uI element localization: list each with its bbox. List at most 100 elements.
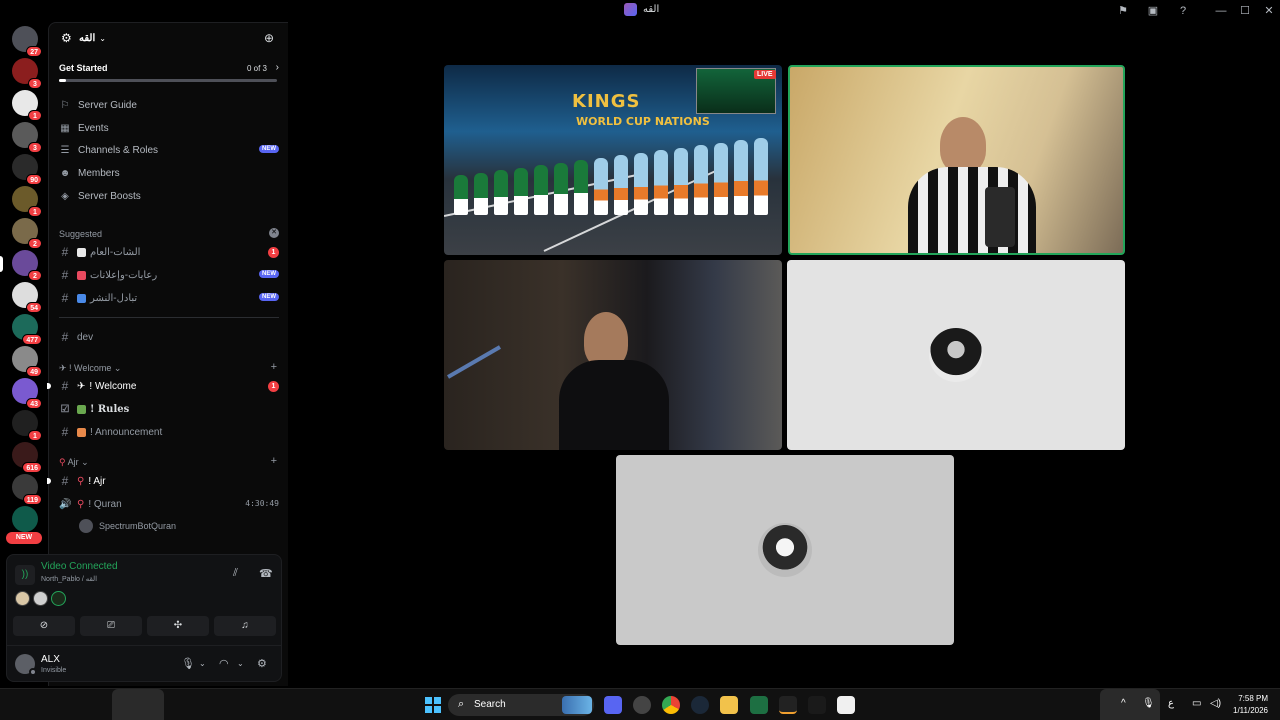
server-icon[interactable]: 3 — [12, 58, 42, 89]
server-icon[interactable]: 27 — [12, 26, 42, 57]
mention-badge: 27 — [26, 46, 42, 57]
mention-badge: 2 — [28, 238, 42, 249]
server-icon[interactable]: 3 — [12, 122, 42, 153]
hash-icon: # — [61, 245, 69, 259]
server-icon[interactable]: 1 — [12, 186, 42, 217]
books-emoji-icon — [77, 404, 86, 414]
server-icon[interactable]: 90 — [12, 154, 42, 185]
maximize-button[interactable]: ☐ — [1233, 2, 1257, 20]
channel-welcome[interactable]: # ✈ ! Welcome 1 — [47, 376, 279, 396]
clock[interactable]: 7:58 PM 1/11/2026 — [1233, 693, 1268, 717]
server-icon[interactable]: 2 — [12, 250, 42, 281]
invite-people-icon[interactable]: ⊕ — [264, 31, 274, 45]
user-area: ALX Invisible 🎙 ⌄ ◠ ⌄ ⚙ — [7, 645, 281, 681]
network-icon[interactable]: ▭ — [1192, 698, 1201, 709]
volume-icon[interactable]: ◁) — [1210, 698, 1221, 709]
new-servers-badge[interactable]: NEW — [6, 532, 42, 544]
menu-channels-roles[interactable]: ☰ Channels & Roles NEW — [59, 140, 279, 160]
microphone-icon[interactable]: 🎙 — [181, 657, 195, 670]
settings-gear-icon[interactable]: ⚙ — [257, 657, 267, 670]
server-icon[interactable]: 477 — [12, 314, 42, 345]
menu-server-guide[interactable]: ⚐ Server Guide — [59, 95, 279, 115]
channel-suggested-2[interactable]: # رعايات-وإعلانات NEW — [59, 265, 279, 285]
screen-share-button[interactable]: ⎚ — [80, 616, 142, 636]
menu-events[interactable]: ▦ Events — [59, 118, 279, 138]
noise-suppression-icon[interactable]: ⫽ — [233, 567, 238, 580]
participant-avatar[interactable] — [15, 591, 30, 606]
participant-avatar[interactable] — [33, 591, 48, 606]
voice-status[interactable]: Video Connected — [41, 561, 118, 572]
server-icon[interactable]: 616 — [12, 442, 42, 473]
server-icon[interactable]: 49 — [12, 346, 42, 377]
server-icon — [624, 3, 637, 16]
video-tile-speaking[interactable] — [788, 65, 1125, 255]
channel-dev[interactable]: # dev — [59, 327, 279, 347]
menu-members[interactable]: ☻ Members — [59, 163, 279, 183]
server-header[interactable]: ⚙ القه ⌄ ⊕ — [49, 23, 288, 53]
microphone-icon[interactable]: 🎙 — [1142, 698, 1155, 709]
mention-badge: 1 — [28, 110, 42, 121]
add-channel-icon[interactable]: + — [271, 455, 277, 467]
headphones-icon[interactable]: ◠ — [219, 657, 229, 670]
chrome-app-icon[interactable] — [662, 696, 680, 714]
user-name[interactable]: ALX — [41, 654, 60, 665]
server-icon[interactable]: 119 — [12, 474, 42, 505]
add-channel-icon[interactable]: + — [271, 361, 277, 373]
voice-location[interactable]: North_Pablo / القه — [41, 575, 97, 583]
windows-start-icon[interactable] — [425, 697, 441, 713]
server-icon[interactable]: 2 — [12, 218, 42, 249]
channel-rules[interactable]: ☑ ! Rules — [59, 399, 279, 419]
video-tile-participant[interactable] — [444, 260, 782, 450]
suggested-title: Suggested — [59, 229, 103, 239]
video-tile-avatar[interactable] — [616, 455, 954, 645]
participant-avatar[interactable] — [51, 591, 66, 606]
channel-suggested-1[interactable]: # الشات-العام 1 — [59, 242, 279, 262]
activities-button[interactable]: ✣ — [147, 616, 209, 636]
excel-app-icon[interactable] — [750, 696, 768, 714]
user-status: Invisible — [41, 667, 67, 674]
server-icon[interactable]: 43 — [12, 378, 42, 409]
disconnect-icon[interactable]: ☎ — [259, 567, 273, 580]
channel-announcement[interactable]: # ! Announcement — [59, 422, 279, 442]
channel-label: الشات-العام — [90, 246, 141, 258]
app-icon[interactable] — [808, 696, 826, 714]
channel-suggested-3[interactable]: # تبادل-النشر NEW — [59, 288, 279, 308]
menu-server-boosts[interactable]: ◈ Server Boosts — [59, 186, 279, 206]
help-icon[interactable]: ? — [1176, 4, 1190, 18]
taskbar-search[interactable]: ⌕ Search — [448, 694, 594, 716]
megaphone-emoji-icon — [77, 427, 86, 437]
dismiss-icon[interactable]: ✕ — [269, 228, 279, 238]
server-icon[interactable] — [12, 506, 38, 532]
menu-label: Channels & Roles — [78, 144, 159, 156]
get-started[interactable]: Get Started 0 of 3 › — [59, 61, 279, 85]
server-icon[interactable]: 1 — [12, 410, 42, 441]
video-tile-stream[interactable]: KINGS WORLD CUP NATIONS LIVE — [444, 65, 782, 255]
inbox-icon[interactable]: ▣ — [1146, 4, 1160, 18]
app-icon[interactable] — [779, 696, 797, 714]
soundboard-button[interactable]: ♫ — [214, 616, 276, 636]
signpost-icon: ⚐ — [60, 99, 70, 111]
flag-icon[interactable]: ⚑ — [1116, 4, 1130, 18]
channel-quran[interactable]: 🔊 ⚲ ! Quran 4:30:49 — [59, 494, 279, 514]
channel-ajr[interactable]: # ⚲ ! Ajr — [47, 471, 279, 491]
app-icon[interactable] — [633, 696, 651, 714]
video-tile-avatar[interactable] — [787, 260, 1125, 450]
player — [534, 165, 548, 215]
steam-app-icon[interactable] — [691, 696, 709, 714]
language-indicator[interactable]: ع — [1168, 698, 1174, 709]
close-button[interactable]: ✕ — [1257, 2, 1280, 20]
voice-user[interactable]: SpectrumBotQuran — [79, 517, 176, 535]
chevron-down-icon[interactable]: ⌄ — [237, 659, 244, 668]
server-icon[interactable]: 54 — [12, 282, 42, 313]
minimize-button[interactable]: — — [1209, 2, 1233, 20]
discord-app-icon[interactable] — [604, 696, 622, 714]
server-icon[interactable]: 1 — [12, 90, 42, 121]
player — [574, 160, 588, 215]
store-app-icon[interactable] — [837, 696, 855, 714]
file-explorer-icon[interactable] — [720, 696, 738, 714]
chevron-down-icon[interactable]: ⌄ — [199, 659, 206, 668]
chevron-up-icon[interactable]: ^ — [1121, 698, 1126, 709]
category-welcome[interactable]: ✈ ! Welcome ⌄ + — [59, 361, 279, 374]
category-ajr[interactable]: ⚲ Ajr ⌄ + — [59, 455, 279, 468]
camera-off-button[interactable]: ⊘ — [13, 616, 75, 636]
